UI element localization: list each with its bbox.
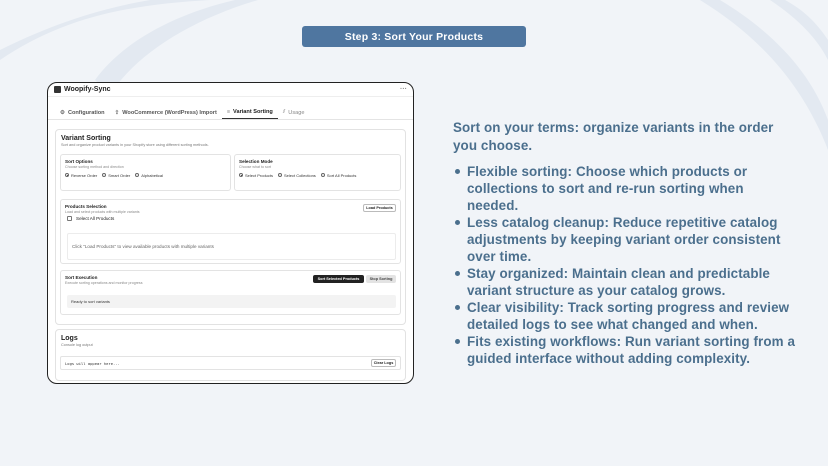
tab-label: Variant Sorting <box>233 109 273 115</box>
radio-reverse-order[interactable]: Reverse Order <box>65 173 97 178</box>
sort-status: Ready to sort variants <box>67 295 396 308</box>
stop-sorting-button[interactable]: Stop Sorting <box>366 275 396 283</box>
window-title: Woopify-Sync <box>64 86 111 93</box>
selection-mode-title: Selection Mode <box>239 159 273 164</box>
window-titlebar: Woopify-Sync ··· <box>48 83 413 97</box>
tab-woocommerce-import[interactable]: ⇪ WooCommerce (WordPress) Import <box>110 110 222 119</box>
clear-logs-button[interactable]: Clear Logs <box>371 359 396 367</box>
load-products-button[interactable]: Load Products <box>363 204 396 212</box>
lead-text: Sort on your terms: organize variants in… <box>453 120 774 153</box>
products-hint-text: Click "Load Products" to view available … <box>72 244 214 249</box>
feature-item: Stay organized: Maintain clean and predi… <box>453 265 798 299</box>
logs-panel: Logs Console log output Logs will appear… <box>55 329 406 381</box>
radio-select-collections[interactable]: Select Collections <box>278 173 316 178</box>
sort-execution-title: Sort Execution <box>65 275 98 280</box>
select-all-products[interactable]: Select All Products <box>67 216 114 221</box>
feature-description: Sort on your terms: organize variants in… <box>453 119 798 367</box>
step-banner: Step 3: Sort Your Products <box>302 26 526 47</box>
feature-item: Less catalog cleanup: Reduce repetitive … <box>453 214 798 265</box>
app-logo-icon <box>54 86 61 93</box>
feature-list: Flexible sorting: Choose which products … <box>453 163 798 367</box>
sort-options-subtitle: Choose sorting method and direction <box>65 164 124 169</box>
select-all-label: Select All Products <box>76 216 115 221</box>
log-placeholder: Logs will appear here... <box>65 360 120 366</box>
products-selection-title: Products Selection <box>65 204 107 209</box>
selection-mode-box: Selection Mode Choose what to sort Selec… <box>234 154 401 191</box>
upload-icon: ⇪ <box>114 110 120 116</box>
products-list-placeholder: Click "Load Products" to view available … <box>67 233 396 260</box>
radio-smart-order[interactable]: Smart Order <box>102 173 130 178</box>
sort-options-box: Sort Options Choose sorting method and d… <box>60 154 231 191</box>
feature-item: Fits existing workflows: Run variant sor… <box>453 333 798 367</box>
selection-mode-subtitle: Choose what to sort <box>239 164 271 169</box>
sort-options-title: Sort Options <box>65 159 93 164</box>
tab-label: Configuration <box>67 110 105 116</box>
logs-title: Logs <box>61 335 78 342</box>
panel-subtitle: Sort and organize product variants in yo… <box>61 143 209 147</box>
sort-status-text: Ready to sort variants <box>71 299 110 304</box>
sort-selected-products-button[interactable]: Sort Selected Products <box>313 275 364 283</box>
panel-title: Variant Sorting <box>61 135 111 142</box>
sort-icon: ≡ <box>226 109 231 115</box>
tab-variant-sorting[interactable]: ≡ Variant Sorting <box>221 109 278 119</box>
feature-item: Flexible sorting: Choose which products … <box>453 163 798 214</box>
products-selection-subtitle: Load and select products with multiple v… <box>65 209 140 214</box>
chart-icon: ⫽ <box>282 109 286 115</box>
select-all-checkbox[interactable] <box>67 216 72 221</box>
radio-select-products[interactable]: Select Products <box>239 173 273 178</box>
log-output: Logs will appear here... <box>60 356 401 370</box>
window-menu-icon[interactable]: ··· <box>400 86 407 93</box>
variant-sorting-panel: Variant Sorting Sort and organize produc… <box>55 129 406 325</box>
tab-bar: ⚙ Configuration ⇪ WooCommerce (WordPress… <box>48 107 413 120</box>
tab-configuration[interactable]: ⚙ Configuration <box>55 110 110 119</box>
sort-execution-box: Sort Execution Execute sorting operation… <box>60 270 401 315</box>
products-selection-box: Products Selection Load and select produ… <box>60 199 401 264</box>
logs-subtitle: Console log output <box>61 343 93 347</box>
tab-label: WooCommerce (WordPress) Import <box>122 110 217 116</box>
radio-sort-all-products[interactable]: Sort All Products <box>320 173 356 178</box>
gear-icon: ⚙ <box>60 110 65 116</box>
tab-usage[interactable]: ⫽ Usage <box>278 109 310 119</box>
step-banner-label: Step 3: Sort Your Products <box>344 30 484 43</box>
sort-execution-subtitle: Execute sorting operations and monitor p… <box>65 280 143 285</box>
radio-alphabetical[interactable]: Alphabetical <box>135 173 163 178</box>
feature-item: Clear visibility: Track sorting progress… <box>453 299 798 333</box>
app-window: Woopify-Sync ··· ⚙ Configuration ⇪ WooCo… <box>47 82 414 384</box>
tab-label: Usage <box>288 109 305 116</box>
